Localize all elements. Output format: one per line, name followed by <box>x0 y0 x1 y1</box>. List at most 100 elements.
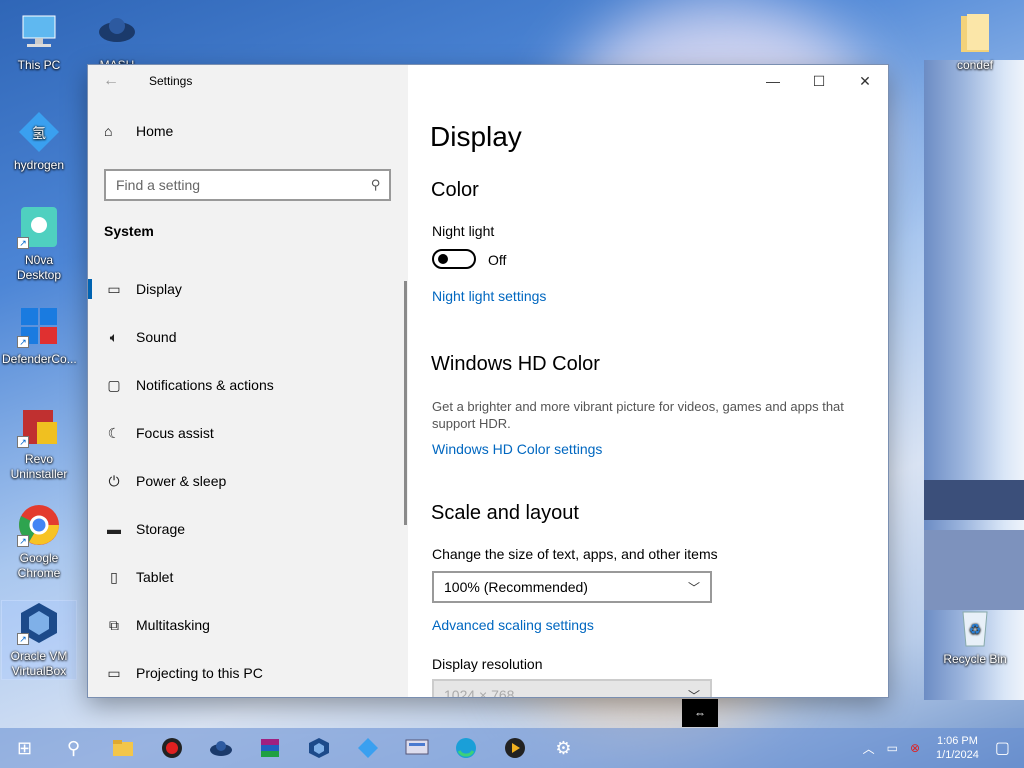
mash-taskbar-icon[interactable] <box>196 728 245 768</box>
app-icon[interactable] <box>343 728 392 768</box>
chevron-up-icon[interactable]: ︿ <box>863 740 875 757</box>
sidebar-item-multitasking[interactable]: ⧉ Multitasking <box>88 601 408 649</box>
settings-sidebar: ← Settings ⌂ Home Find a setting ⚲ Syste… <box>88 65 408 697</box>
notifications-icon: ▢ <box>107 376 121 393</box>
desktop-icon-virtualbox[interactable]: ↗ Oracle VM VirtualBox <box>1 600 77 680</box>
search-icon[interactable]: ⚲ <box>371 177 381 193</box>
chevron-down-icon: ﹀ <box>687 580 700 595</box>
scale-label: Change the size of text, apps, and other… <box>432 546 718 562</box>
virtualbox-taskbar-icon[interactable] <box>294 728 343 768</box>
desktop-icon-hydrogen[interactable]: 氢 hydrogen <box>2 110 76 173</box>
settings-window: ← Settings ⌂ Home Find a setting ⚲ Syste… <box>88 65 888 697</box>
hdr-settings-link[interactable]: Windows HD Color settings <box>432 441 602 457</box>
settings-gear-icon[interactable]: ⚙ <box>539 728 588 768</box>
wallpaper-pillar-band <box>924 480 1024 520</box>
settings-main-pane: — ☐ ✕ Display Color Night light Off Nigh… <box>408 65 888 697</box>
desktop-icon-defender-control[interactable]: ↗ DefenderCo... <box>2 304 77 367</box>
night-light-settings-link[interactable]: Night light settings <box>432 288 546 304</box>
color-heading: Color <box>431 179 479 201</box>
minimize-icon: — <box>766 73 780 89</box>
tablet-icon: ▯ <box>110 568 118 585</box>
window-controls: — ☐ ✕ <box>750 65 888 97</box>
desktop-icon-label: Google Chrome <box>17 551 61 580</box>
sidebar-nav: ▭ Display 🔈︎ Sound ▢ Notifications & act… <box>88 265 408 697</box>
desktop-icon-label: condef <box>956 58 994 72</box>
shortcut-arrow-icon: ↗ <box>17 535 29 547</box>
minimize-button[interactable]: — <box>750 65 796 97</box>
maximize-button[interactable]: ☐ <box>796 65 842 97</box>
clock-time: 1:06 PM <box>936 735 978 747</box>
display-icon: ▭ <box>107 280 121 297</box>
clock-date: 1/1/2024 <box>936 749 979 761</box>
moon-icon: ☾ <box>107 424 121 441</box>
remote-desktop-icon[interactable] <box>392 728 441 768</box>
scale-value: 100% (Recommended) <box>444 579 588 595</box>
edge-icon[interactable] <box>441 728 490 768</box>
sidebar-item-label: Focus assist <box>136 425 214 441</box>
shortcut-arrow-icon: ↗ <box>17 237 29 249</box>
resolution-label: Display resolution <box>432 656 543 672</box>
sidebar-item-tablet[interactable]: ▯ Tablet <box>88 553 408 601</box>
desktop-icon-label: DefenderCo... <box>2 352 77 366</box>
resize-arrows-icon[interactable]: ⇔ <box>682 699 718 727</box>
home-label: Home <box>136 123 174 139</box>
desktop-icon-chrome[interactable]: ↗ Google Chrome <box>2 503 76 581</box>
resolution-dropdown[interactable]: 1024 × 768 ﹀ <box>432 679 712 697</box>
desktop-icon-label: N0va Desktop <box>16 253 62 282</box>
desktop-icon-recycle-bin[interactable]: ♻ Recycle Bin <box>938 604 1012 667</box>
desktop-icon-mash[interactable]: MASH <box>80 10 154 73</box>
sidebar-item-projecting[interactable]: ▭ Projecting to this PC <box>88 649 408 697</box>
hdr-heading: Windows HD Color <box>431 353 600 375</box>
projecting-icon: ▭ <box>107 664 121 681</box>
desktop-icon-condef[interactable]: condef <box>938 10 1012 73</box>
sidebar-item-label: Notifications & actions <box>136 377 274 393</box>
back-arrow-icon[interactable]: ← <box>88 65 134 97</box>
folder-icon <box>953 10 997 54</box>
windows-start-icon[interactable]: ⊞ <box>0 728 49 768</box>
desktop-icon-label: hydrogen <box>13 158 65 172</box>
sidebar-scrollbar[interactable] <box>404 281 407 525</box>
svg-text:♻: ♻ <box>969 622 982 638</box>
desktop-icon-revo-uninstaller[interactable]: ↗ Revo Uninstaller <box>2 404 76 482</box>
desktop-icon-this-pc[interactable]: This PC <box>2 10 76 73</box>
shortcut-arrow-icon: ↗ <box>17 436 29 448</box>
home-icon: ⌂ <box>104 123 113 139</box>
scale-dropdown[interactable]: 100% (Recommended) ﹀ <box>432 571 712 603</box>
desktop-icon-label: Recycle Bin <box>943 652 1007 666</box>
alert-icon[interactable]: ⊗ <box>910 741 920 755</box>
night-light-label: Night light <box>432 223 495 239</box>
night-light-toggle[interactable] <box>432 249 476 269</box>
sidebar-item-label: Multitasking <box>136 617 210 633</box>
find-setting-search-box[interactable]: Find a setting ⚲ <box>104 169 391 201</box>
power-icon: ⏻ <box>108 472 120 489</box>
sidebar-item-label: Sound <box>136 329 177 345</box>
sidebar-item-focus-assist[interactable]: ☾ Focus assist <box>88 409 408 457</box>
desktop-icon-label: This PC <box>17 58 61 72</box>
record-icon[interactable] <box>147 728 196 768</box>
media-player-icon[interactable] <box>490 728 539 768</box>
notifications-center-icon[interactable]: ▢ <box>995 738 1010 758</box>
night-light-state: Off <box>488 252 507 268</box>
maximize-icon: ☐ <box>812 72 826 89</box>
search-icon[interactable]: ⚲ <box>49 728 98 768</box>
page-title: Display <box>430 121 522 152</box>
network-icon[interactable]: ▭ <box>887 741 898 755</box>
shortcut-arrow-icon: ↗ <box>17 336 29 348</box>
sidebar-item-sound[interactable]: 🔈︎ Sound <box>88 313 408 361</box>
virtualbox-icon: ↗ <box>17 601 61 645</box>
sidebar-item-power-sleep[interactable]: ⏻ Power & sleep <box>88 457 408 505</box>
nova-desktop-icon: ↗ <box>17 205 61 249</box>
title-bar[interactable]: ← Settings <box>88 65 408 97</box>
sidebar-item-label: Display <box>136 281 182 297</box>
sidebar-item-notifications[interactable]: ▢ Notifications & actions <box>88 361 408 409</box>
winrar-icon[interactable] <box>245 728 294 768</box>
desktop-icon-label: Oracle VM VirtualBox <box>10 649 68 678</box>
clock[interactable]: 1:06 PM 1/1/2024 <box>936 734 979 762</box>
desktop-icon-nova-desktop[interactable]: ↗ N0va Desktop <box>2 205 76 283</box>
close-button[interactable]: ✕ <box>842 65 888 97</box>
home-nav-item[interactable]: ⌂ Home <box>104 123 173 139</box>
advanced-scaling-link[interactable]: Advanced scaling settings <box>432 617 594 633</box>
sidebar-item-storage[interactable]: ▬ Storage <box>88 505 408 553</box>
sidebar-item-display[interactable]: ▭ Display <box>88 265 408 313</box>
file-explorer-icon[interactable] <box>98 728 147 768</box>
